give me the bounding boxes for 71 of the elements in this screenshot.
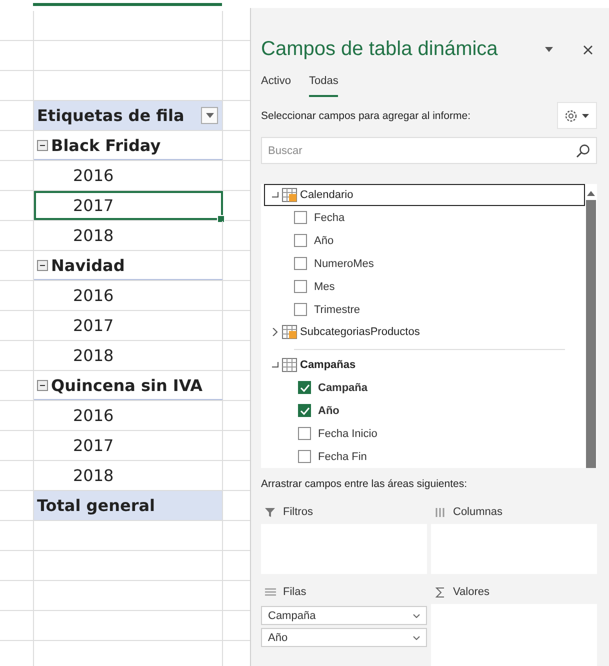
instruction-text: Seleccionar campos para agregar al informe: [261, 110, 471, 122]
collapse-icon[interactable] [37, 380, 48, 390]
checkbox[interactable] [294, 303, 307, 316]
panel-title: Campos de tabla dinámica [261, 38, 498, 61]
tools-button[interactable] [557, 102, 597, 129]
dropdown-icon[interactable] [545, 47, 553, 52]
area-title: Valores [453, 586, 490, 598]
group-label: Navidad [51, 256, 125, 274]
field-name[interactable]: Fecha Fin [318, 450, 367, 462]
table-icon [282, 188, 297, 202]
scroll-up-icon[interactable] [587, 190, 595, 196]
columns-icon [435, 506, 447, 518]
search-input[interactable]: Buscar [268, 144, 576, 156]
caret-icon [206, 113, 214, 118]
table-icon [282, 358, 297, 372]
filter-dropdown-button[interactable] [201, 107, 218, 124]
table-icon [282, 325, 297, 339]
chevron-icon [413, 636, 420, 640]
chevron-icon [413, 614, 420, 618]
table-name[interactable]: Campañas [300, 359, 356, 371]
area-title: Filtros [283, 506, 313, 518]
field-name[interactable]: NumeroMes [314, 258, 374, 270]
field-dropdown[interactable]: Campaña [261, 606, 427, 625]
group-label: Quincena sin IVA [51, 376, 203, 394]
year-label: 2018 [72, 226, 114, 245]
year-label: 2017 [72, 436, 114, 455]
year-label: 2016 [72, 406, 114, 425]
sigma-icon [435, 586, 447, 598]
field-name[interactable]: Mes [314, 280, 335, 292]
year-label: 2016 [72, 286, 114, 305]
filter-icon [265, 506, 277, 518]
checkbox[interactable] [294, 211, 307, 224]
field-name[interactable]: Trimestre [314, 304, 360, 316]
field-name[interactable]: Fecha [314, 212, 345, 224]
year-label: 2016 [72, 166, 114, 185]
checkbox[interactable] [298, 427, 311, 440]
checkbox[interactable] [298, 450, 311, 463]
tab[interactable]: Todas [308, 71, 338, 97]
search-icon [576, 144, 590, 158]
row-labels-header: Etiquetas de fila [37, 106, 184, 125]
tab[interactable]: Activo [261, 71, 291, 97]
rows-icon [265, 586, 277, 598]
checkbox[interactable] [294, 280, 307, 293]
checkbox[interactable] [294, 257, 307, 270]
table-name[interactable]: SubcategoriasProductos [300, 326, 420, 338]
year-label: 2017 [72, 196, 114, 215]
expander-icon[interactable] [271, 328, 279, 336]
field-name[interactable]: Año [318, 404, 340, 416]
year-label: 2018 [72, 346, 114, 365]
table-name[interactable]: Calendario [300, 189, 354, 201]
field-name[interactable]: Fecha Inicio [318, 428, 378, 440]
collapse-icon[interactable] [37, 140, 48, 150]
year-label: 2017 [72, 316, 114, 335]
group-label: Black Friday [51, 136, 161, 154]
grand-total-label: Total general [37, 496, 155, 515]
close-icon[interactable] [583, 44, 593, 54]
checkbox[interactable] [294, 234, 307, 247]
checkbox[interactable] [298, 381, 311, 394]
drag-hint-text: Arrastrar campos entre las áreas siguientes: [261, 478, 468, 490]
search-field[interactable]: Buscar [261, 137, 597, 164]
field-name[interactable]: Año [314, 234, 334, 246]
field-name[interactable]: Campaña [318, 382, 368, 394]
expander-icon[interactable] [271, 361, 279, 369]
expander-icon[interactable] [271, 191, 279, 199]
gear-icon [564, 108, 590, 122]
year-label: 2018 [72, 466, 114, 485]
checkbox[interactable] [298, 404, 311, 417]
collapse-icon[interactable] [37, 260, 48, 270]
field-dropdown[interactable]: Año [261, 628, 427, 647]
area-title: Filas [283, 586, 306, 598]
area-title: Columnas [453, 506, 503, 518]
